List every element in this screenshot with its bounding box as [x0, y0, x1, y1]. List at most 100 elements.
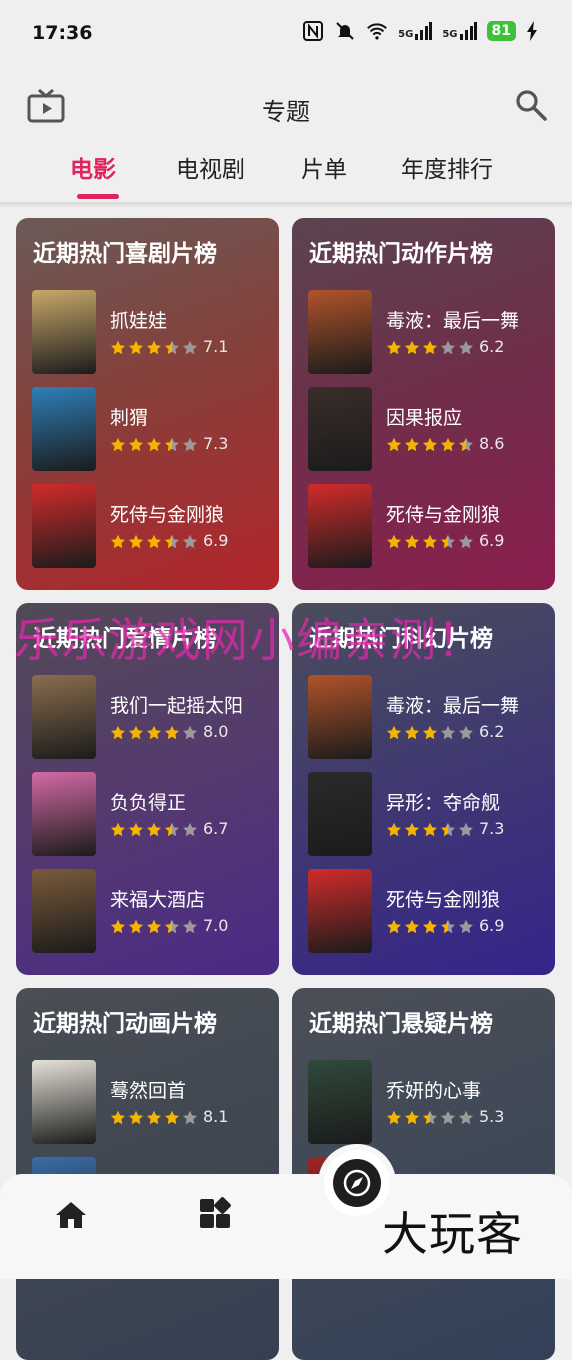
star-icon — [441, 919, 455, 934]
movie-poster — [32, 387, 96, 471]
movie-name: 蓦然回首 — [110, 1080, 187, 1102]
movie-poster — [308, 869, 372, 953]
star-rating — [386, 919, 474, 935]
star-icon — [423, 437, 437, 452]
star-rating — [386, 822, 474, 838]
star-icon — [165, 919, 179, 934]
explore-button[interactable] — [324, 1150, 390, 1216]
star-icon — [147, 919, 161, 934]
movie-entry[interactable]: 刺猬 7.3 — [32, 387, 272, 471]
movie-entry[interactable]: 毒液：最后一舞 6.2 — [308, 675, 548, 759]
star-icon — [459, 822, 473, 837]
star-icon — [165, 340, 179, 355]
star-icon — [441, 822, 455, 837]
movie-score: 7.1 — [203, 337, 229, 356]
movie-entry[interactable]: 蓦然回首 8.1 — [32, 1060, 272, 1144]
home-icon[interactable] — [52, 1196, 90, 1234]
star-icon — [165, 437, 179, 452]
star-rating — [110, 822, 198, 838]
movie-score: 7.3 — [479, 819, 505, 838]
star-icon — [387, 437, 401, 452]
movie-name: 毒液：最后一舞 — [386, 310, 520, 332]
movie-entry[interactable]: 抓娃娃 7.1 — [32, 290, 272, 374]
movie-score: 8.0 — [203, 722, 229, 741]
star-icon — [405, 919, 419, 934]
ranking-card[interactable]: 近期热门动作片榜 毒液：最后一舞 6.2 因果报应 8.6 死侍与金刚狼 6.9 — [292, 218, 555, 590]
signal-2-icon: 5G — [442, 22, 477, 40]
star-icon — [405, 534, 419, 549]
movie-name: 负负得正 — [110, 792, 187, 814]
movie-name: 异形：夺命舰 — [386, 792, 501, 814]
signal-2-label: 5G — [442, 29, 458, 40]
star-icon — [147, 822, 161, 837]
movie-entry[interactable]: 负负得正 6.7 — [32, 772, 272, 856]
star-icon — [423, 822, 437, 837]
movie-poster — [308, 1060, 372, 1144]
star-icon — [423, 1110, 437, 1125]
star-icon — [387, 340, 401, 355]
tab-playlist[interactable]: 片单 — [301, 150, 347, 184]
movie-score: 6.2 — [479, 337, 505, 356]
star-rating — [386, 534, 474, 550]
star-icon — [165, 534, 179, 549]
tab-movie[interactable]: 电影 — [70, 150, 116, 184]
movie-entry[interactable]: 我们一起摇太阳 8.0 — [32, 675, 272, 759]
star-icon — [405, 725, 419, 740]
movie-name: 刺猬 — [110, 407, 149, 429]
star-rating — [110, 534, 198, 550]
category-tabs: 电影 电视剧 片单 年度排行 — [0, 140, 572, 202]
movie-name: 来福大酒店 — [110, 889, 206, 911]
movie-entry[interactable]: 乔妍的心事 5.3 — [308, 1060, 548, 1144]
star-icon — [183, 1110, 197, 1125]
star-icon — [405, 437, 419, 452]
star-icon — [111, 1110, 125, 1125]
movie-entry[interactable]: 死侍与金刚狼 6.9 — [308, 484, 548, 568]
star-rating — [386, 437, 474, 453]
star-icon — [147, 340, 161, 355]
star-rating — [110, 919, 198, 935]
grid-icon[interactable] — [196, 1196, 234, 1234]
movie-entry[interactable]: 毒液：最后一舞 6.2 — [308, 290, 548, 374]
star-icon — [423, 534, 437, 549]
movie-entry[interactable]: 异形：夺命舰 7.3 — [308, 772, 548, 856]
brand-watermark: 大玩客 — [382, 1207, 523, 1261]
star-icon — [111, 822, 125, 837]
star-icon — [111, 725, 125, 740]
charging-icon — [527, 21, 537, 41]
movie-name: 死侍与金刚狼 — [386, 504, 501, 526]
star-rating — [110, 725, 198, 741]
star-icon — [147, 725, 161, 740]
star-icon — [165, 822, 179, 837]
watermark-text: 乐乐游戏网小编亲测！ — [14, 613, 484, 667]
star-icon — [183, 340, 197, 355]
star-icon — [459, 437, 473, 452]
movie-poster — [32, 1060, 96, 1144]
movie-name: 死侍与金刚狼 — [386, 889, 501, 911]
star-icon — [441, 725, 455, 740]
star-icon — [129, 1110, 143, 1125]
star-icon — [459, 534, 473, 549]
movie-poster — [308, 387, 372, 471]
star-icon — [405, 340, 419, 355]
nfc-icon — [303, 21, 324, 41]
wifi-icon — [367, 23, 388, 40]
star-icon — [147, 1110, 161, 1125]
star-icon — [111, 534, 125, 549]
search-icon[interactable] — [514, 88, 548, 122]
tab-annual-ranking[interactable]: 年度排行 — [401, 150, 493, 184]
tab-tv-series[interactable]: 电视剧 — [176, 150, 245, 184]
star-icon — [165, 725, 179, 740]
card-title: 近期热门悬疑片榜 — [309, 1011, 493, 1037]
star-icon — [129, 822, 143, 837]
star-icon — [423, 725, 437, 740]
movie-entry[interactable]: 死侍与金刚狼 6.9 — [308, 869, 548, 953]
movie-poster — [32, 772, 96, 856]
card-title: 近期热门动画片榜 — [33, 1011, 217, 1037]
star-icon — [387, 534, 401, 549]
star-icon — [183, 437, 197, 452]
movie-entry[interactable]: 因果报应 8.6 — [308, 387, 548, 471]
movie-entry[interactable]: 死侍与金刚狼 6.9 — [32, 484, 272, 568]
ranking-card[interactable]: 近期热门喜剧片榜 抓娃娃 7.1 刺猬 7.3 死侍与金刚狼 6.9 — [16, 218, 279, 590]
star-icon — [183, 534, 197, 549]
movie-entry[interactable]: 来福大酒店 7.0 — [32, 869, 272, 953]
